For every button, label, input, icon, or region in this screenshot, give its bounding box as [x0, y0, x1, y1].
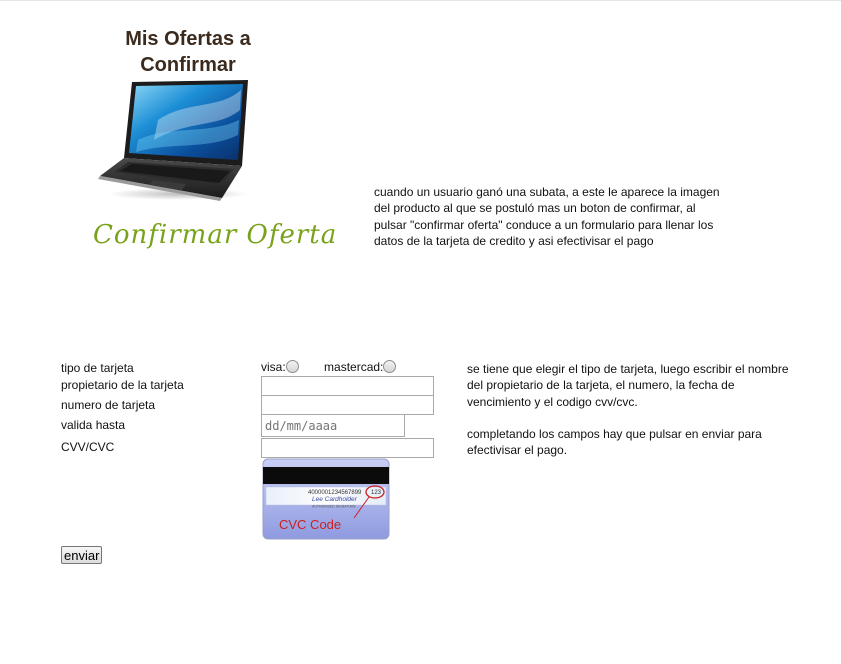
card-strip-caption: AUTHORIZED SIGNATURE	[312, 505, 357, 509]
card-signature: Lee Cardholder	[312, 496, 358, 503]
help-paragraph: completando los campos hay que pulsar en…	[467, 426, 762, 458]
help-paragraph: se tiene que elegir el tipo de tarjeta, …	[467, 362, 789, 409]
submit-button[interactable]: enviar	[61, 546, 103, 564]
card-type-label: tipo de tarjeta	[61, 361, 134, 375]
cvc-code-caption: CVC Code	[279, 517, 341, 532]
card-number-input[interactable]	[261, 395, 434, 415]
form-help-text: se tiene que elegir el tipo de tarjeta, …	[467, 361, 797, 458]
card-number-label: numero de tarjeta	[61, 398, 156, 412]
visa-label: visa:	[261, 359, 286, 374]
card-cvc-digits: 123	[371, 490, 382, 496]
owner-input[interactable]	[261, 376, 434, 396]
top-divider	[0, 0, 841, 1]
cvv-label: CVV/CVC	[61, 440, 115, 454]
mastercard-label: mastercad:	[324, 359, 384, 374]
visa-radio[interactable]	[285, 360, 299, 374]
page-title: Mis Ofertas a Confirmar	[125, 28, 251, 76]
confirm-offer-link[interactable]: Confirmar Oferta	[93, 220, 343, 250]
cvc-card-image: 4000001234567899 123 Lee Cardholder AUTH…	[262, 458, 390, 540]
cvv-input[interactable]	[261, 438, 434, 458]
valid-until-date-input[interactable]	[261, 414, 405, 437]
laptop-product-image	[98, 80, 248, 201]
offer-description: cuando un usuario ganó una subata, a est…	[374, 185, 720, 248]
card-type-radio-group: visa: mastercad:	[261, 359, 397, 374]
owner-label: propietario de la tarjeta	[61, 378, 184, 392]
valid-until-label: valida hasta	[61, 418, 126, 432]
mastercard-radio[interactable]	[383, 360, 397, 374]
